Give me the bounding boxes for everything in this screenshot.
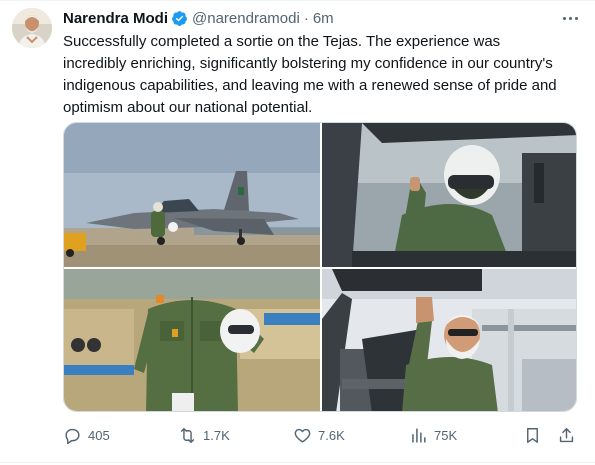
reply-button[interactable]: 405 — [63, 422, 110, 448]
separator-dot: · — [303, 9, 309, 27]
tweet-text: Successfully completed a sortie on the T… — [63, 31, 583, 119]
views-button[interactable]: 75K — [409, 422, 457, 448]
media-grid — [63, 122, 577, 412]
repost-icon — [180, 427, 195, 443]
tweet-text-line: optimism about our national potential. — [63, 99, 313, 116]
bookmark-button[interactable] — [523, 422, 542, 448]
reply-icon — [65, 428, 80, 444]
like-button[interactable]: 7.6K — [293, 422, 345, 448]
bookmark-icon — [527, 427, 538, 443]
tweet-header: Narendra Modi @narendramodi · 6m — [63, 8, 334, 28]
heart-icon — [294, 428, 311, 443]
tweet-text-line: incredibly enriching, significantly bols… — [63, 55, 553, 72]
tweet-text-line: Successfully completed a sortie on the T… — [63, 33, 501, 50]
verified-badge-icon[interactable] — [171, 10, 188, 27]
photo-pilot-in-cockpit[interactable] — [322, 123, 576, 267]
more-options-icon[interactable] — [560, 10, 580, 26]
photo-waving-from-cockpit[interactable] — [322, 269, 576, 411]
tweet[interactable]: Narendra Modi @narendramodi · 6m Success… — [0, 0, 595, 465]
share-button[interactable] — [557, 422, 576, 448]
views-chart-icon — [412, 427, 426, 443]
avatar-image — [12, 8, 52, 48]
photo-flight-suit-closeup[interactable] — [64, 269, 320, 411]
repost-count: 1.7K — [203, 427, 230, 443]
author-name[interactable]: Narendra Modi — [63, 10, 168, 27]
reply-count: 405 — [88, 427, 110, 443]
share-icon — [559, 427, 574, 442]
action-bar: 405 1.7K 7.6K 75K — [63, 422, 583, 448]
bottom-divider — [0, 462, 595, 463]
tweet-text-line: indigenous capabilities, and leaving me … — [63, 77, 557, 94]
timestamp[interactable]: 6m — [313, 10, 334, 27]
author-handle[interactable]: @narendramodi — [192, 10, 300, 27]
repost-button[interactable]: 1.7K — [178, 422, 230, 448]
top-divider — [0, 0, 595, 1]
views-count: 75K — [434, 427, 458, 443]
avatar[interactable] — [12, 8, 52, 48]
like-count: 7.6K — [318, 427, 345, 443]
photo-tejas-on-runway[interactable] — [64, 123, 320, 267]
